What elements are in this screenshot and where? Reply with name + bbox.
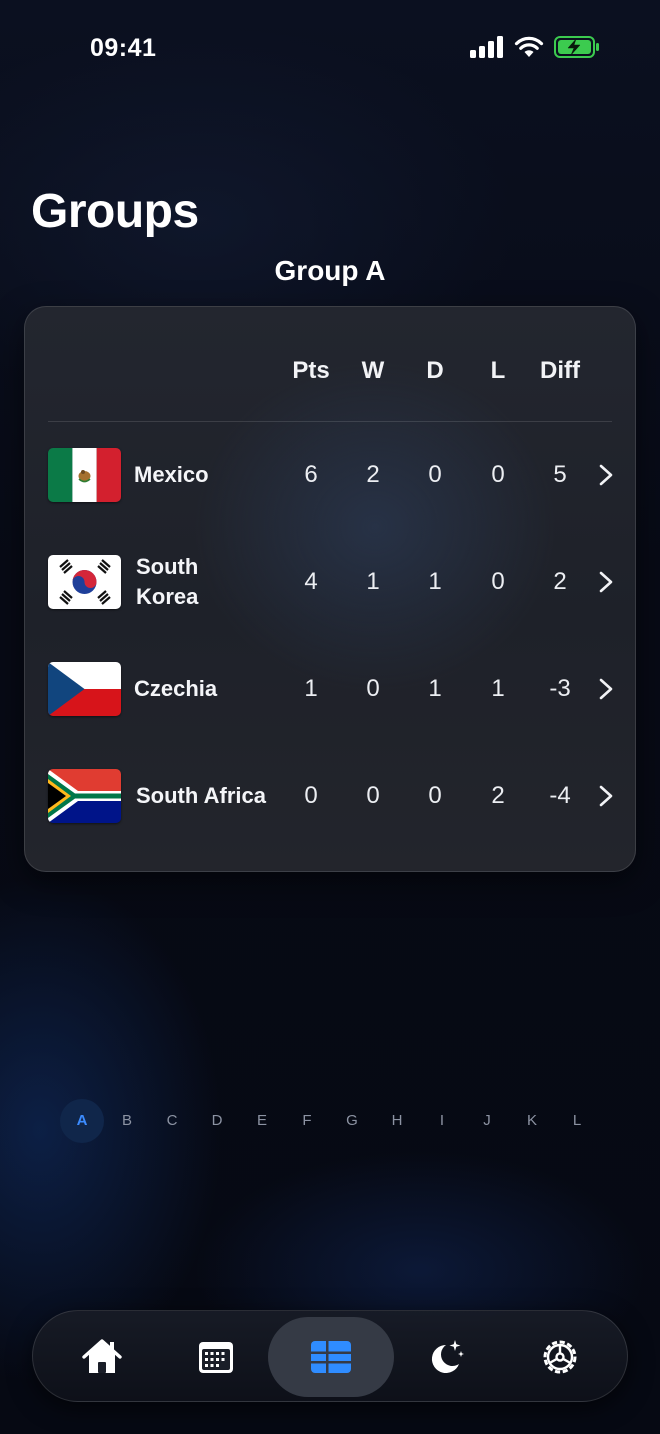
team-diff: 5	[553, 461, 567, 488]
group-letter-i[interactable]: I	[420, 1099, 464, 1143]
team-pts: 4	[304, 568, 318, 595]
team-wins: 2	[366, 461, 380, 488]
group-letter-d[interactable]: D	[195, 1099, 239, 1143]
team-losses: 2	[491, 782, 505, 809]
chevron-right-icon[interactable]	[597, 570, 615, 594]
team-name: South Africa	[136, 783, 266, 808]
header-divider	[48, 421, 612, 422]
cellular-signal-icon	[470, 36, 504, 58]
tab-bar	[32, 1310, 628, 1402]
table-icon	[311, 1341, 351, 1373]
tab-groups[interactable]	[268, 1317, 394, 1397]
team-draws: 1	[428, 675, 442, 702]
tab-home[interactable]	[39, 1317, 165, 1397]
chevron-right-icon[interactable]	[597, 463, 615, 487]
tab-night[interactable]	[383, 1317, 509, 1397]
team-wins: 1	[366, 568, 380, 595]
page-title: Groups	[31, 185, 199, 238]
south-africa-flag-icon	[48, 769, 121, 823]
group-letter-g[interactable]: G	[330, 1099, 374, 1143]
team-name: South Korea	[136, 554, 199, 609]
column-header-l: L	[490, 357, 506, 384]
calendar-icon	[199, 1342, 233, 1373]
column-header-pts: Pts	[292, 357, 330, 384]
south-korea-flag-icon	[48, 555, 121, 609]
mexico-flag-icon	[48, 448, 121, 502]
group-letter-h[interactable]: H	[375, 1099, 419, 1143]
group-letter-f[interactable]: F	[285, 1099, 329, 1143]
group-letter-b[interactable]: B	[105, 1099, 149, 1143]
team-wins: 0	[366, 675, 380, 702]
table-row[interactable]: Czechia 1 0 1 1 -3	[25, 662, 637, 722]
battery-charging-icon	[554, 36, 600, 58]
settings-icon	[543, 1340, 577, 1374]
table-row[interactable]: South Korea 4 1 1 0 2	[25, 554, 637, 615]
team-losses: 1	[491, 675, 505, 702]
moon-stars-icon	[431, 1340, 464, 1373]
group-title: Group A	[274, 255, 386, 286]
czechia-flag-icon	[48, 662, 121, 716]
wifi-icon	[514, 36, 544, 58]
chevron-right-icon[interactable]	[597, 677, 615, 701]
team-draws: 1	[428, 568, 442, 595]
team-name: Mexico	[134, 462, 209, 487]
team-diff: 2	[553, 568, 567, 595]
group-letter-l[interactable]: L	[555, 1099, 599, 1143]
team-draws: 0	[428, 461, 442, 488]
team-losses: 0	[491, 568, 505, 595]
team-pts: 0	[304, 782, 318, 809]
team-name: Czechia	[134, 676, 218, 701]
group-letter-k[interactable]: K	[510, 1099, 554, 1143]
team-pts: 6	[304, 461, 318, 488]
table-row[interactable]: South Africa 0 0 0 2 -4	[25, 769, 637, 829]
group-letter-a[interactable]: A	[60, 1099, 104, 1143]
team-losses: 0	[491, 461, 505, 488]
group-letter-c[interactable]: C	[150, 1099, 194, 1143]
column-header-diff: Diff	[540, 357, 580, 384]
standings-table: Pts W D L Diff Mexico 6 2 0 0 5 South Ko…	[24, 306, 636, 872]
team-pts: 1	[304, 675, 318, 702]
status-time: 09:41	[90, 34, 157, 62]
column-header-d: D	[426, 357, 444, 384]
team-diff: -3	[549, 675, 571, 702]
table-row[interactable]: Mexico 6 2 0 0 5	[25, 448, 637, 508]
group-letter-e[interactable]: E	[240, 1099, 284, 1143]
team-wins: 0	[366, 782, 380, 809]
home-icon	[82, 1339, 122, 1373]
group-letter-j[interactable]: J	[465, 1099, 509, 1143]
column-header-w: W	[361, 357, 385, 384]
groups-screen: 09:41 Groups Group A Pts W D L Diff Mexi…	[0, 0, 660, 1434]
status-icons	[470, 36, 600, 58]
team-draws: 0	[428, 782, 442, 809]
chevron-right-icon[interactable]	[597, 784, 615, 808]
tab-settings[interactable]	[497, 1317, 623, 1397]
team-diff: -4	[549, 782, 571, 809]
tab-calendar[interactable]	[153, 1317, 279, 1397]
